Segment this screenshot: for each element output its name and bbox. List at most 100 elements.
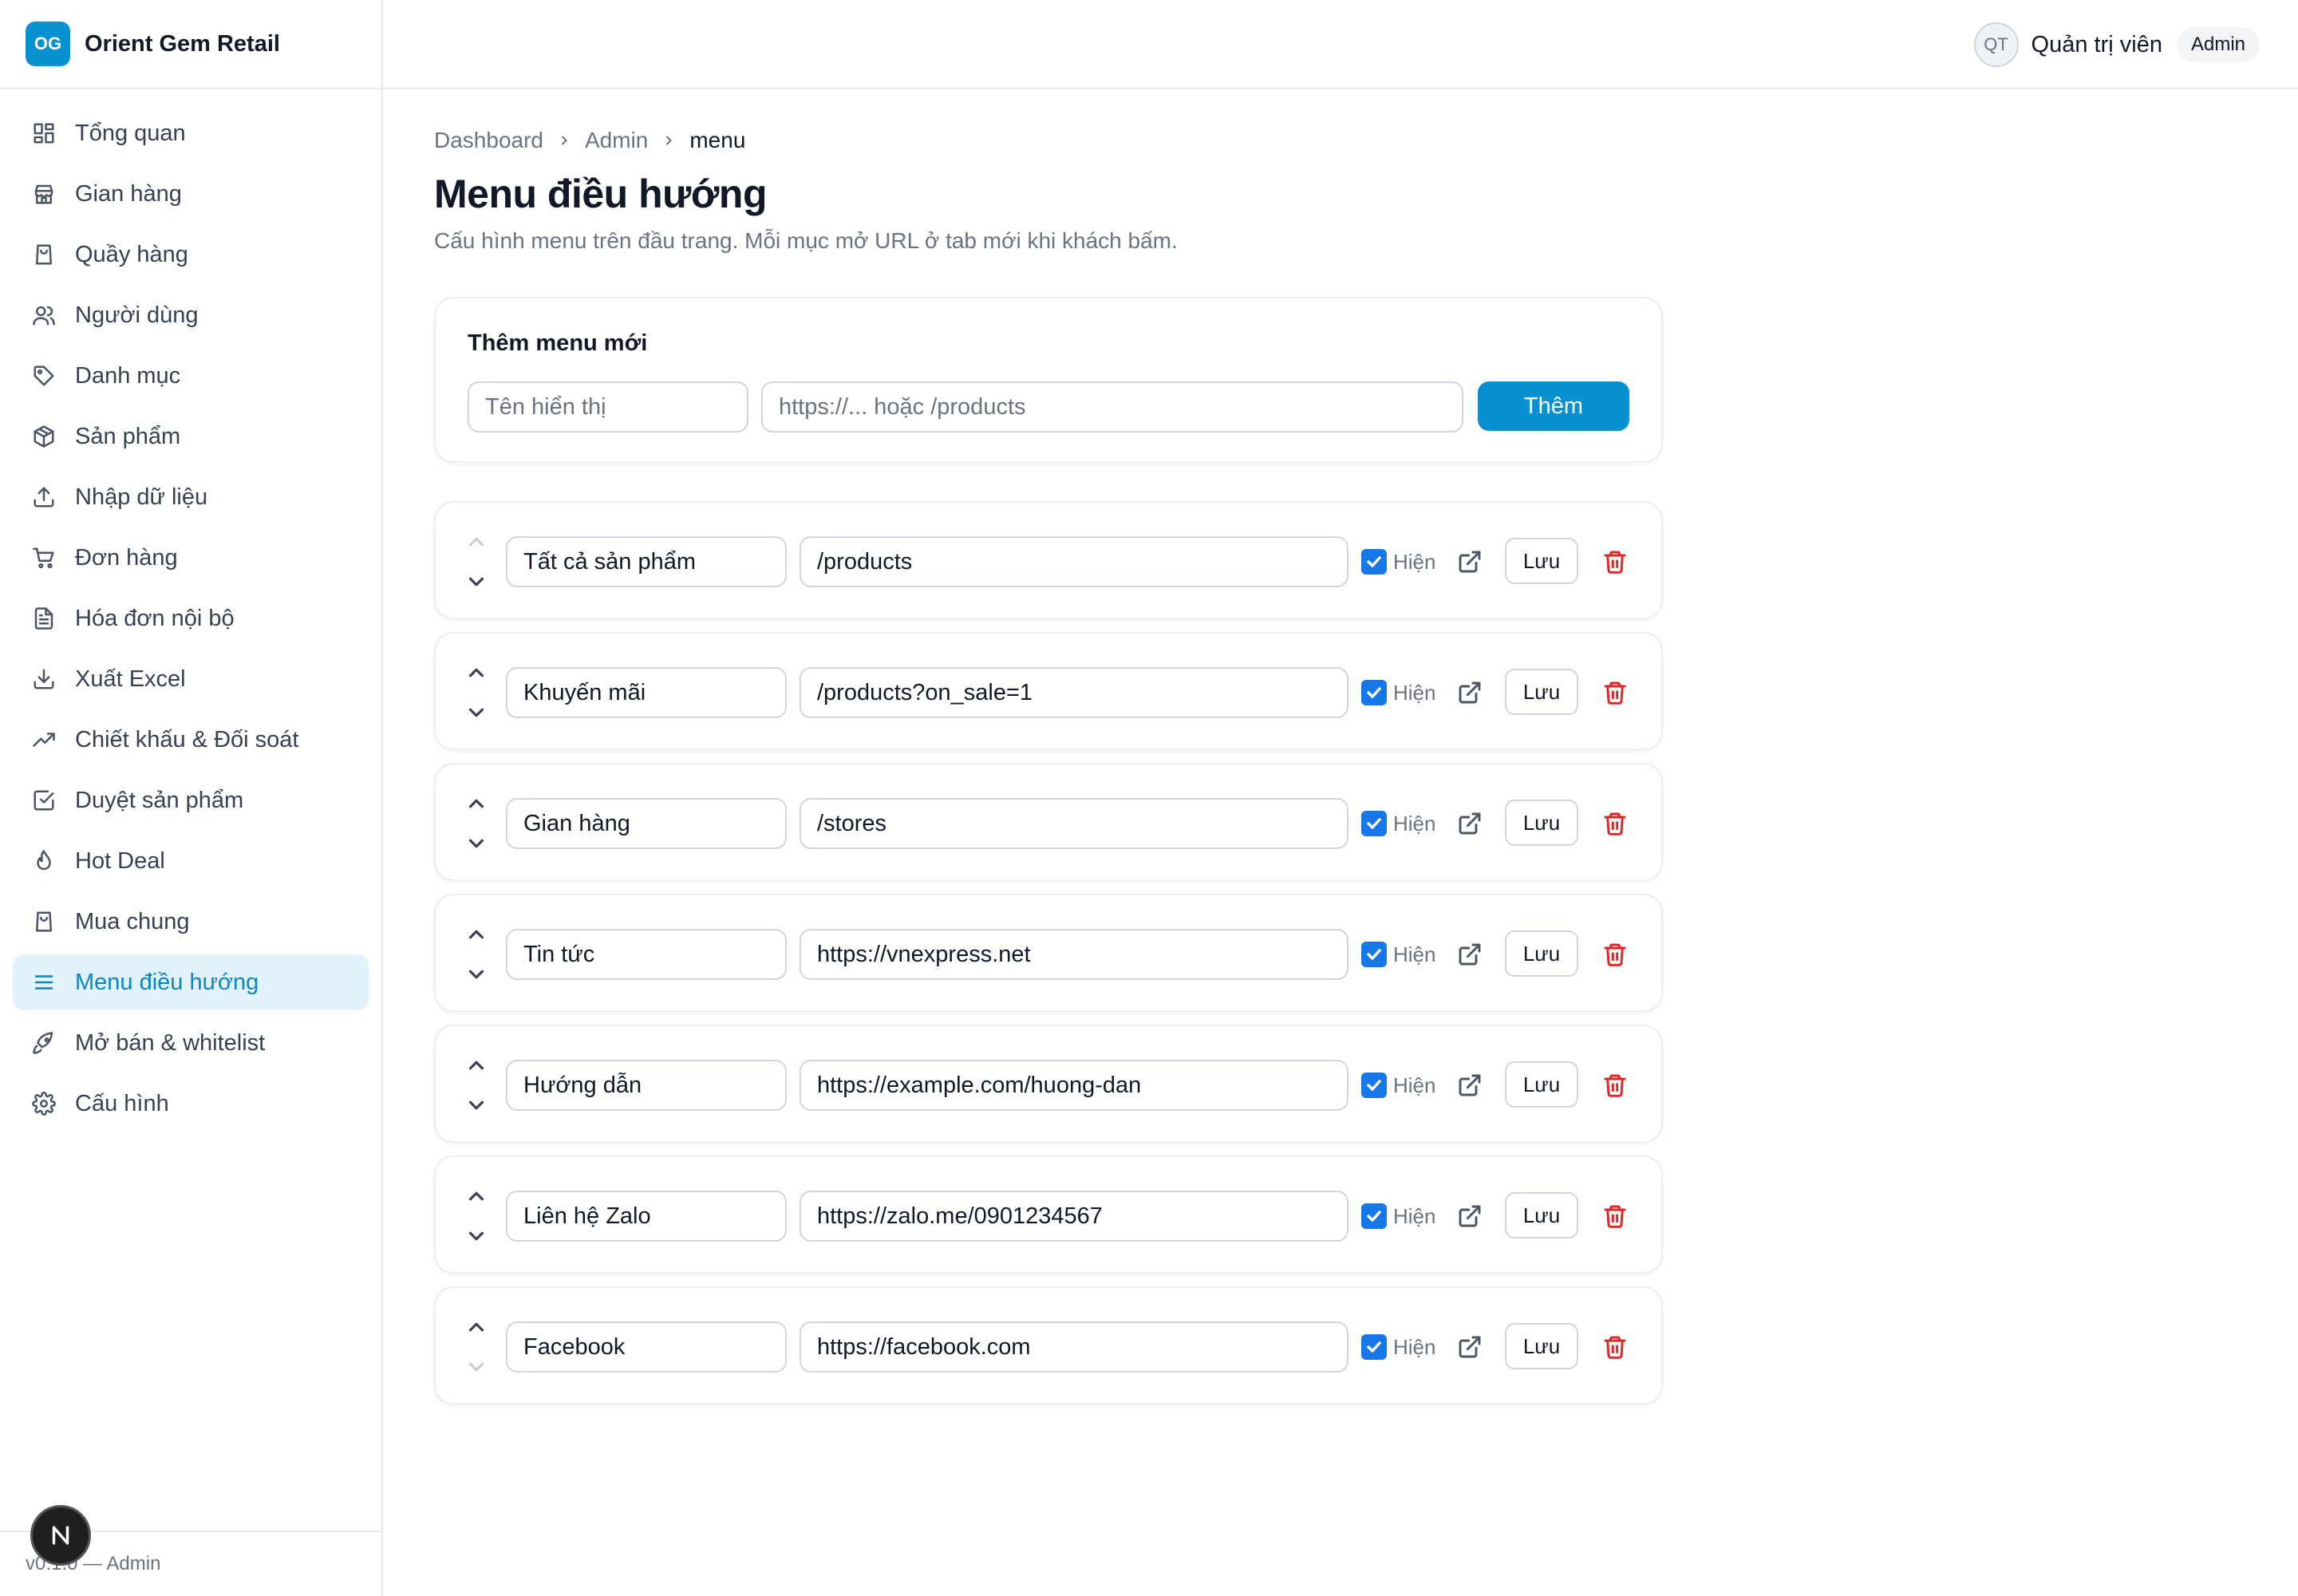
chevron-down-icon[interactable]: [464, 832, 488, 855]
menu-url-input[interactable]: [800, 536, 1348, 587]
breadcrumb-dashboard[interactable]: Dashboard: [434, 128, 543, 153]
brand[interactable]: OG Orient Gem Retail: [0, 0, 381, 89]
save-button[interactable]: Lưu: [1505, 930, 1578, 977]
visible-checkbox[interactable]: [1361, 680, 1387, 705]
menu-item-row: Hiện Lưu: [434, 1286, 1663, 1404]
visible-checkbox[interactable]: [1361, 1334, 1387, 1360]
sidebar-item[interactable]: Nhập dữ liệu: [13, 469, 369, 525]
menu-item-row: Hiện Lưu: [434, 1025, 1663, 1143]
sidebar-item-label: Tổng quan: [75, 120, 186, 146]
menu-url-input[interactable]: [800, 798, 1348, 849]
visible-checkbox[interactable]: [1361, 811, 1387, 836]
visible-label: Hiện: [1393, 942, 1436, 966]
sidebar-item[interactable]: Đơn hàng: [13, 530, 369, 586]
chevron-down-icon[interactable]: [464, 962, 488, 986]
trash-icon[interactable]: [1602, 1334, 1628, 1360]
save-button[interactable]: Lưu: [1505, 669, 1578, 715]
check-icon: [1367, 1080, 1381, 1091]
shopping-bag-icon: [36, 911, 52, 932]
save-button[interactable]: Lưu: [1505, 538, 1578, 584]
chevron-down-icon[interactable]: [464, 1224, 488, 1248]
sidebar-item[interactable]: Danh mục: [13, 348, 369, 404]
menu-url-input[interactable]: [800, 1321, 1348, 1373]
visible-checkbox[interactable]: [1361, 1203, 1387, 1229]
reorder-controls: [464, 1309, 488, 1385]
menu-url-input[interactable]: [800, 1060, 1348, 1111]
save-button[interactable]: Lưu: [1505, 1192, 1578, 1238]
sidebar-item-label: Quầy hàng: [75, 241, 188, 267]
menu-name-input[interactable]: [506, 798, 787, 849]
visible-checkbox[interactable]: [1361, 1073, 1387, 1098]
chevron-up-icon[interactable]: [464, 1184, 488, 1208]
external-link-icon[interactable]: [1457, 1073, 1483, 1098]
external-link-icon[interactable]: [1457, 1334, 1483, 1360]
external-link-icon[interactable]: [1457, 680, 1483, 705]
menu-url-input[interactable]: [800, 1191, 1348, 1242]
trash-icon[interactable]: [1602, 549, 1628, 575]
brand-logo: OG: [26, 22, 70, 66]
sidebar-item[interactable]: Mở bán & whitelist: [13, 1015, 369, 1071]
user-menu[interactable]: QT Quản trị viên Admin: [1973, 22, 2260, 67]
sidebar-item[interactable]: Gian hàng: [13, 166, 369, 222]
sidebar-item[interactable]: Tổng quan: [13, 105, 369, 161]
trash-icon[interactable]: [1602, 1203, 1628, 1229]
external-link-icon[interactable]: [1457, 811, 1483, 836]
menu-name-input[interactable]: [506, 536, 787, 587]
breadcrumb-current: menu: [689, 128, 746, 152]
menu-name-input[interactable]: [506, 1060, 787, 1111]
add-menu-title: Thêm menu mới: [468, 330, 648, 356]
sidebar-item[interactable]: Cấu hình: [13, 1076, 369, 1132]
external-link-icon[interactable]: [1457, 549, 1483, 575]
chevron-up-icon[interactable]: [464, 792, 488, 816]
sidebar-item[interactable]: Hot Deal: [13, 833, 369, 889]
new-menu-url-input[interactable]: [761, 381, 1463, 433]
menu-url-input[interactable]: [800, 667, 1348, 718]
menu-name-input[interactable]: [506, 929, 787, 980]
chevron-up-icon[interactable]: [464, 1053, 488, 1077]
dashboard-icon: [34, 123, 54, 144]
sidebar-item[interactable]: Quầy hàng: [13, 227, 369, 282]
trash-icon[interactable]: [1602, 1073, 1628, 1098]
menu-item-row: Hiện Lưu: [434, 894, 1663, 1012]
external-link-icon[interactable]: [1457, 1203, 1483, 1229]
page-title: Menu điều hướng: [434, 172, 768, 216]
menu-name-input[interactable]: [506, 1321, 787, 1373]
sidebar-item[interactable]: Mua chung: [13, 894, 369, 950]
sidebar-item[interactable]: Xuất Excel: [13, 651, 369, 707]
save-button[interactable]: Lưu: [1505, 1061, 1578, 1108]
breadcrumb-admin[interactable]: Admin: [585, 128, 648, 153]
chevron-up-icon[interactable]: [464, 922, 488, 946]
package-icon: [34, 425, 54, 448]
chevron-down-icon[interactable]: [464, 701, 488, 725]
menu-name-input[interactable]: [506, 1191, 787, 1242]
visible-checkbox[interactable]: [1361, 549, 1387, 575]
sidebar-item[interactable]: Duyệt sản phẩm: [13, 772, 369, 828]
menu-url-input[interactable]: [800, 929, 1348, 980]
sidebar-item[interactable]: Chiết khấu & Đối soát: [13, 712, 369, 768]
sidebar-item-label: Danh mục: [75, 362, 181, 389]
sidebar-item-label: Sản phẩm: [75, 423, 181, 449]
chevron-up-icon[interactable]: [464, 661, 488, 685]
check-icon: [1367, 556, 1381, 567]
avatar[interactable]: QT: [1973, 22, 2019, 67]
visible-checkbox[interactable]: [1361, 942, 1387, 967]
save-button[interactable]: Lưu: [1505, 800, 1578, 846]
sidebar-item[interactable]: Hóa đơn nội bộ: [13, 591, 369, 646]
reorder-controls: [464, 916, 488, 993]
trash-icon[interactable]: [1602, 811, 1628, 836]
save-button[interactable]: Lưu: [1505, 1323, 1578, 1369]
trash-icon[interactable]: [1602, 942, 1628, 967]
add-menu-button[interactable]: Thêm: [1478, 381, 1629, 431]
sidebar-item[interactable]: Người dùng: [13, 287, 369, 343]
chevron-down-icon: [468, 1362, 484, 1372]
chevron-down-icon[interactable]: [464, 1093, 488, 1117]
chevron-up-icon[interactable]: [464, 1315, 488, 1339]
menu-name-input[interactable]: [506, 667, 787, 718]
nextjs-dev-badge[interactable]: [30, 1505, 91, 1566]
sidebar-item[interactable]: Sản phẩm: [13, 409, 369, 464]
chevron-down-icon[interactable]: [464, 570, 488, 594]
trash-icon[interactable]: [1602, 680, 1628, 705]
new-menu-name-input[interactable]: [468, 381, 748, 433]
external-link-icon[interactable]: [1457, 942, 1483, 967]
sidebar-item[interactable]: Menu điều hướng: [13, 954, 369, 1010]
